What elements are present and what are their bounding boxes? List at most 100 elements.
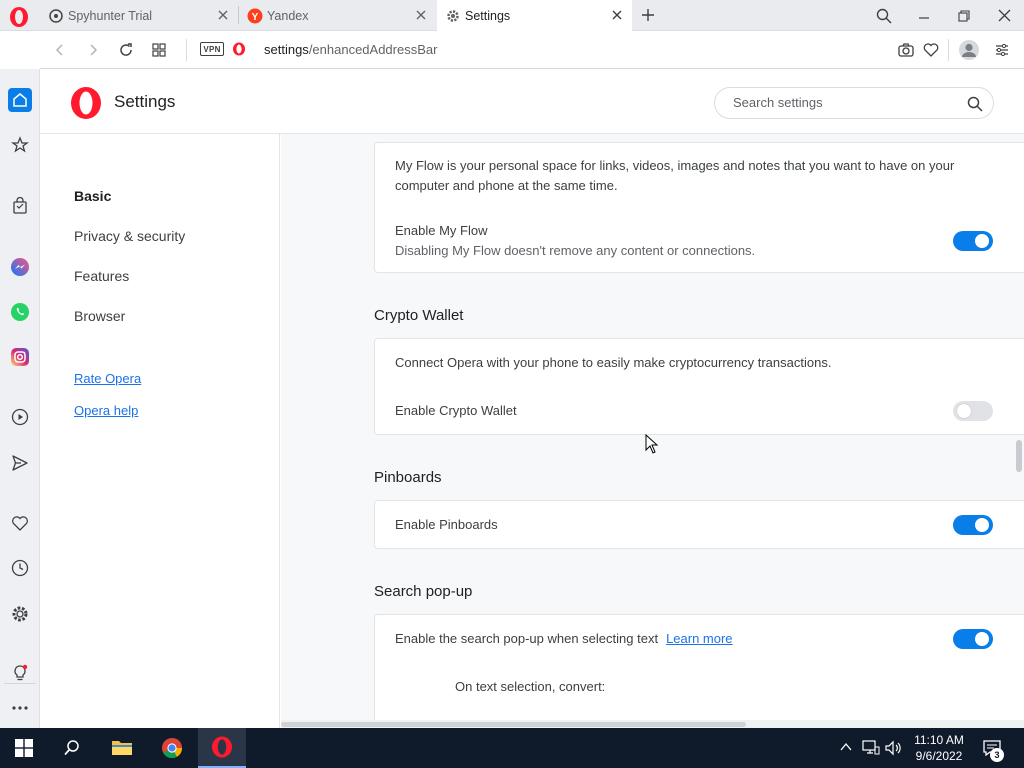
whatsapp-icon — [11, 303, 29, 321]
camera-icon[interactable] — [898, 42, 914, 58]
myflow-description: My Flow is your personal space for links… — [395, 158, 955, 193]
address-bar: VPN settings/enhancedAddressBar — [40, 31, 1024, 69]
horizontal-scrollbar-thumb[interactable] — [281, 722, 746, 727]
horizontal-scrollbar[interactable] — [281, 720, 1024, 728]
lightbulb-icon — [14, 664, 28, 681]
vertical-scrollbar-thumb[interactable] — [1016, 440, 1022, 472]
heart-icon[interactable] — [923, 42, 939, 58]
search-icon — [64, 740, 79, 756]
myflow-toggle-sub: Disabling My Flow doesn't remove any con… — [395, 243, 756, 258]
pinboards-toggle[interactable] — [953, 515, 993, 535]
search-settings-input[interactable] — [733, 95, 953, 110]
sidebar-instagram-button[interactable] — [8, 345, 32, 369]
nav-browser[interactable]: Browser — [74, 308, 125, 324]
crypto-toggle-label: Enable Crypto Wallet — [395, 403, 517, 418]
back-arrow-icon — [55, 44, 63, 56]
sidebar-shopping-button[interactable] — [8, 194, 32, 218]
divider — [186, 39, 187, 61]
restore-button[interactable] — [944, 0, 984, 31]
taskbar-opera[interactable] — [198, 728, 246, 768]
forward-button[interactable] — [83, 40, 103, 60]
sidebar-more-button[interactable] — [8, 696, 32, 720]
searchpopup-toggle[interactable] — [953, 629, 993, 649]
url-text[interactable]: settings/enhancedAddressBar — [264, 42, 437, 57]
tab-title: Yandex — [267, 8, 309, 23]
search-icon — [967, 96, 983, 112]
network-icon[interactable] — [862, 740, 880, 756]
taskbar-file-explorer[interactable] — [98, 728, 146, 768]
reload-icon — [120, 43, 132, 56]
shopping-bag-icon — [13, 197, 27, 214]
opera-logo-icon — [71, 87, 101, 119]
searchpopup-card: Enable the search pop-up when selecting … — [374, 614, 1024, 728]
close-tab-icon[interactable] — [414, 8, 428, 22]
tab-yandex[interactable]: Y Yandex — [239, 0, 436, 31]
settings-search-box[interactable] — [714, 87, 994, 119]
settings-content: My Flow is your personal space for links… — [281, 134, 1024, 728]
tab-search-button[interactable] — [864, 0, 904, 31]
myflow-toggle[interactable] — [953, 231, 993, 251]
taskbar-clock[interactable]: 11:10 AM 9/6/2022 — [906, 732, 972, 764]
page-title: Settings — [114, 92, 176, 111]
start-button[interactable] — [0, 728, 48, 768]
minimize-icon — [919, 16, 929, 19]
url-path: /enhancedAddressBar — [308, 42, 438, 57]
home-icon — [13, 93, 27, 107]
close-tab-icon[interactable] — [216, 8, 230, 22]
sidebar-messenger-button[interactable] — [8, 255, 32, 279]
messenger-icon — [11, 258, 29, 276]
volume-icon[interactable] — [885, 740, 903, 756]
reload-button[interactable] — [116, 40, 136, 60]
sidebar-bookmarks-button[interactable] — [8, 511, 32, 535]
opera-sidebar — [0, 69, 40, 728]
profile-avatar-icon[interactable] — [958, 39, 980, 61]
forward-arrow-icon — [90, 44, 98, 56]
close-window-button[interactable] — [984, 0, 1024, 31]
rate-opera-link[interactable]: Rate Opera — [74, 371, 141, 386]
minimize-button[interactable] — [904, 0, 944, 31]
crypto-card: Connect Opera with your phone to easily … — [374, 338, 1024, 435]
learn-more-link[interactable]: Learn more — [666, 631, 732, 646]
myflow-card: My Flow is your personal space for links… — [374, 142, 1024, 273]
nav-privacy-security[interactable]: Privacy & security — [74, 228, 185, 244]
opera-menu-icon[interactable] — [8, 6, 30, 28]
settings-header: Settings — [40, 70, 1024, 134]
back-button[interactable] — [50, 40, 70, 60]
toggle-knob — [975, 518, 989, 532]
divider — [948, 39, 949, 61]
pinboards-toggle-label: Enable Pinboards — [395, 517, 498, 532]
nav-features[interactable]: Features — [74, 268, 129, 284]
sidebar-whatsapp-button[interactable] — [8, 300, 32, 324]
nav-basic[interactable]: Basic — [74, 188, 111, 204]
new-tab-plus-icon[interactable] — [638, 5, 658, 25]
toggle-knob — [975, 234, 989, 248]
tab-title: Spyhunter Trial — [68, 8, 153, 23]
taskbar-search-button[interactable] — [48, 728, 96, 768]
heart-icon — [12, 516, 28, 531]
sidebar-speed-dial-button[interactable] — [8, 133, 32, 157]
opera-page-icon — [233, 42, 245, 56]
clock-icon — [11, 559, 29, 577]
chevron-up-icon[interactable] — [840, 742, 852, 752]
gear-icon — [12, 606, 28, 622]
folder-icon — [112, 741, 132, 755]
tab-title: Settings — [465, 8, 511, 23]
sidebar-send-button[interactable] — [8, 451, 32, 475]
close-tab-icon[interactable] — [610, 8, 624, 22]
tab-spyhunter[interactable]: Spyhunter Trial — [40, 0, 238, 31]
sidebar-player-button[interactable] — [8, 405, 32, 429]
sidebar-home-button[interactable] — [8, 88, 32, 112]
opera-icon — [212, 736, 232, 758]
sidebar-settings-button[interactable] — [8, 602, 32, 626]
easy-setup-icon[interactable] — [995, 43, 1009, 57]
mouse-cursor-icon — [645, 434, 659, 454]
tabs-overview-button[interactable] — [149, 40, 169, 60]
crypto-description: Connect Opera with your phone to easily … — [395, 355, 832, 370]
sidebar-tips-button[interactable] — [8, 661, 32, 685]
sidebar-history-button[interactable] — [8, 556, 32, 580]
taskbar-chrome[interactable] — [148, 728, 196, 768]
vpn-badge[interactable]: VPN — [200, 42, 224, 56]
crypto-toggle[interactable] — [953, 401, 993, 421]
opera-help-link[interactable]: Opera help — [74, 403, 138, 418]
tab-settings[interactable]: Settings — [437, 0, 632, 31]
